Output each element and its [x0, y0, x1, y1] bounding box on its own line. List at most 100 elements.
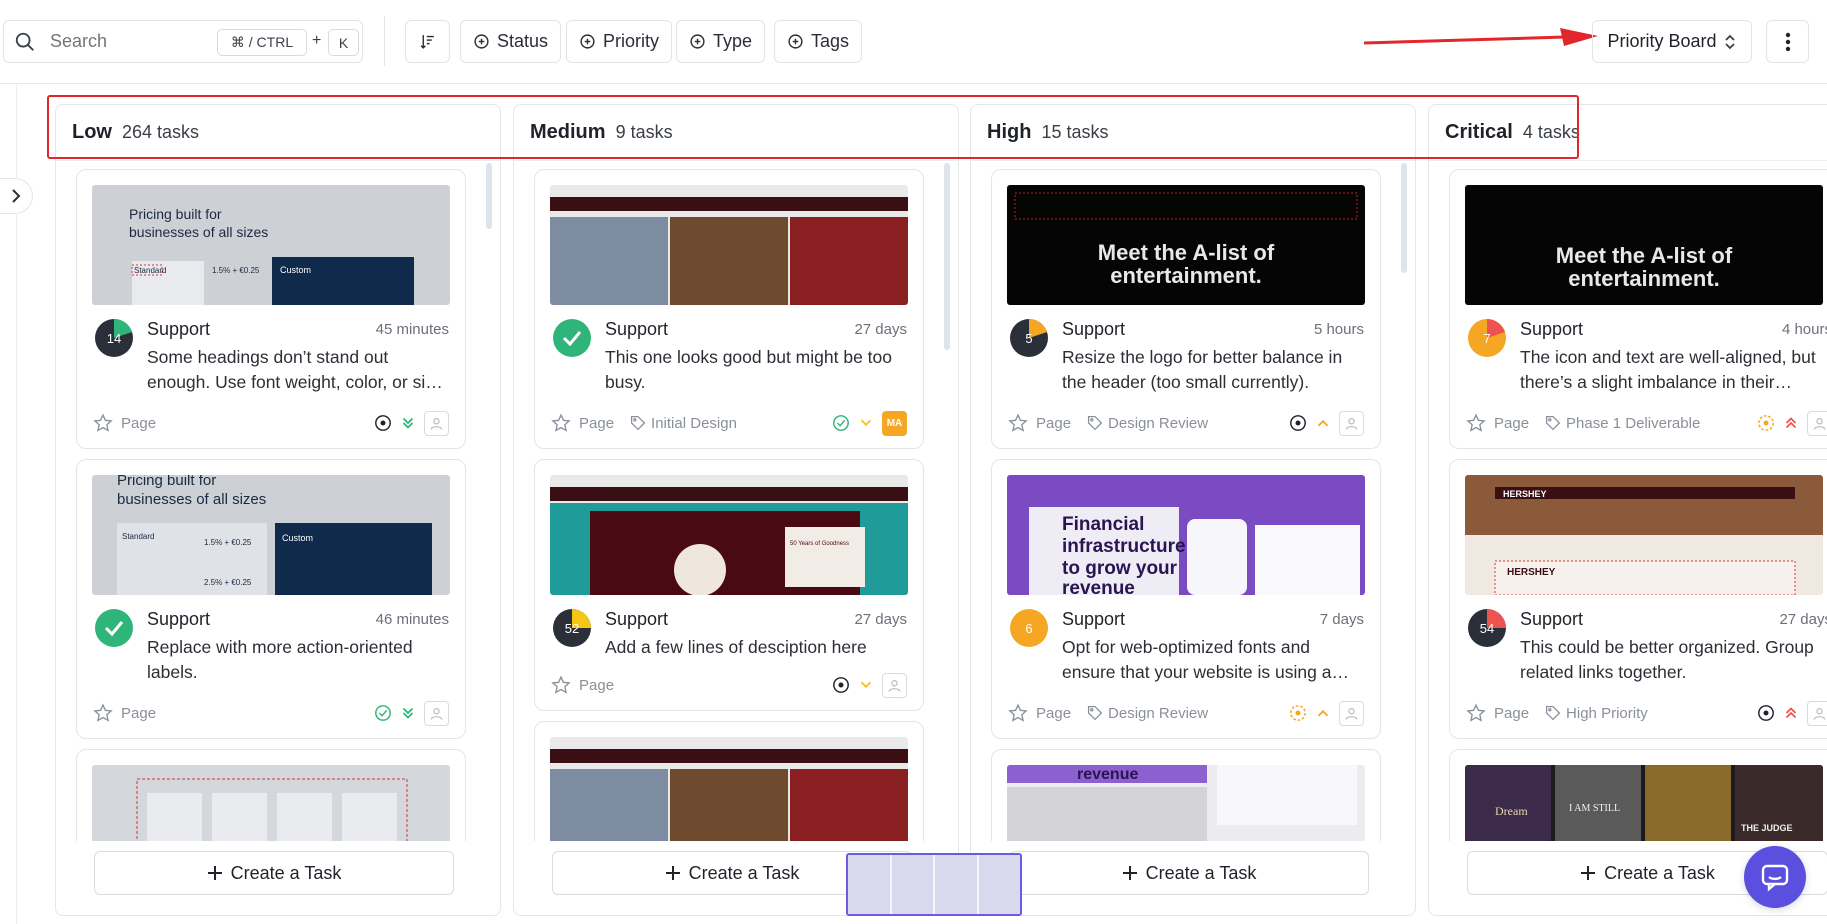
assignee-initials[interactable]: MA [882, 410, 907, 436]
task-thumbnail [92, 765, 450, 841]
filter-type-button[interactable]: Type [676, 20, 766, 63]
task-card[interactable]: HERSHEY HERSHEY 54 Support 27 days This … [1449, 459, 1827, 739]
board-view-switcher[interactable]: Priority Board [1592, 20, 1752, 63]
chevron-up-down-icon [1724, 34, 1735, 49]
task-thumbnail: HERSHEY 50 Years of Goodness [550, 475, 908, 595]
minimap-column[interactable] [978, 855, 1020, 914]
task-card[interactable] [76, 749, 466, 841]
filter-priority-label: Priority [603, 31, 660, 51]
annotation-arrow-icon [1363, 28, 1598, 46]
card-meta: Page High Priority [1466, 700, 1827, 726]
status-open-icon[interactable] [832, 676, 850, 694]
thumb-alist-title-1: Meet the A-list of [1556, 243, 1733, 268]
more-options-button[interactable] [1766, 20, 1809, 63]
column-card-list: Meet the A-list of entertainment. 7 Supp… [1429, 161, 1827, 841]
priority-critical-icon[interactable] [1782, 414, 1800, 432]
task-card[interactable]: HERSHEY Support 27 days This one looks g… [534, 169, 924, 449]
status-in-progress-icon[interactable] [1289, 704, 1307, 722]
sort-button[interactable] [405, 20, 450, 63]
assignee-placeholder[interactable] [1339, 410, 1364, 436]
column-critical: Critical 4 tasks Meet the A-list of ente… [1428, 104, 1827, 916]
filter-priority-button[interactable]: Priority [566, 20, 673, 63]
search-box[interactable]: ⌘ / CTRL + K [3, 20, 363, 63]
star-icon[interactable] [93, 703, 113, 723]
filter-tags-button[interactable]: Tags [774, 20, 863, 63]
priority-low-icon[interactable] [399, 414, 417, 432]
progress-badge: 7 [1468, 319, 1506, 357]
task-card[interactable]: Meet the A-list of entertainment. 5 Supp… [991, 169, 1381, 449]
card-time: 5 hours [1313, 321, 1364, 338]
priority-medium-icon[interactable] [857, 414, 875, 432]
thumb-pricing-custom: Custom [280, 265, 311, 275]
status-open-icon[interactable] [1757, 704, 1775, 722]
status-done-icon[interactable] [374, 704, 392, 722]
card-tag[interactable]: Design Review [1087, 415, 1208, 432]
card-tag[interactable]: High Priority [1545, 705, 1648, 722]
thumb-pricing-standard: Standard [122, 532, 154, 541]
card-type: Page [121, 704, 157, 722]
progress-badge: 54 [1468, 609, 1506, 647]
assignee-placeholder[interactable] [424, 410, 449, 436]
status-open-icon[interactable] [374, 414, 392, 432]
priority-high-icon[interactable] [1314, 704, 1332, 722]
minimap-column[interactable] [935, 855, 979, 914]
task-card[interactable]: Dream I AM STILL THE JUDGE [1449, 749, 1827, 841]
card-tag[interactable]: Phase 1 Deliverable [1545, 415, 1700, 432]
task-card[interactable]: Pricing built for businesses of all size… [76, 459, 466, 739]
status-in-progress-icon[interactable] [1757, 414, 1775, 432]
card-type: Page [1036, 414, 1072, 432]
star-icon[interactable] [1466, 703, 1486, 723]
shortcut-key-ctrl: ⌘ / CTRL [217, 29, 307, 56]
priority-low-icon[interactable] [399, 704, 417, 722]
thumb-pricing-title-2: businesses of all sizes [129, 224, 268, 240]
priority-high-icon[interactable] [1314, 414, 1332, 432]
card-tag[interactable]: Design Review [1087, 705, 1208, 722]
priority-medium-icon[interactable] [857, 676, 875, 694]
task-card[interactable]: Pricing built for businesses of all size… [76, 169, 466, 449]
column-footer: Create a Task [971, 839, 1415, 915]
star-icon[interactable] [1008, 703, 1028, 723]
star-icon[interactable] [1466, 413, 1486, 433]
star-icon[interactable] [551, 413, 571, 433]
progress-number: 6 [1025, 621, 1032, 636]
search-icon [15, 32, 34, 51]
search-input[interactable] [50, 31, 200, 52]
status-done-icon[interactable] [832, 414, 850, 432]
create-task-button[interactable]: Create a Task [1009, 851, 1369, 895]
chat-support-button[interactable] [1744, 846, 1806, 908]
user-icon [1345, 707, 1358, 720]
task-card[interactable]: Financial infrastructure to grow your re… [991, 459, 1381, 739]
status-open-icon[interactable] [1289, 414, 1307, 432]
plus-circle-icon [690, 34, 705, 49]
column-header: High 15 tasks [971, 105, 1415, 161]
card-meta: Page Design Review [1008, 700, 1364, 726]
card-category: Support [605, 609, 669, 629]
star-icon[interactable] [1008, 413, 1028, 433]
card-tag[interactable]: Initial Design [630, 415, 737, 432]
progress-badge: 52 [553, 609, 591, 647]
assignee-placeholder[interactable] [882, 672, 907, 698]
minimap-column[interactable] [848, 855, 892, 914]
task-card[interactable]: Meet the A-list of entertainment. 7 Supp… [1449, 169, 1827, 449]
create-task-button[interactable]: Create a Task [94, 851, 454, 895]
minimap-column[interactable] [891, 855, 935, 914]
column-task-count: 4 tasks [1522, 122, 1580, 142]
task-card[interactable]: HERSHEY [534, 721, 924, 841]
task-card[interactable]: revenue [991, 749, 1381, 841]
star-icon[interactable] [93, 413, 113, 433]
create-task-label: Create a Task [688, 862, 800, 883]
assignee-placeholder[interactable] [424, 700, 449, 726]
vertical-dots-icon [1785, 32, 1790, 51]
star-icon[interactable] [551, 675, 571, 695]
assignee-placeholder[interactable] [1807, 410, 1827, 436]
assignee-placeholder[interactable] [1339, 700, 1364, 726]
priority-critical-icon[interactable] [1782, 704, 1800, 722]
board-minimap[interactable] [846, 853, 1022, 916]
task-card[interactable]: HERSHEY 50 Years of Goodness 52 Support … [534, 459, 924, 711]
chevron-right-icon [12, 189, 21, 203]
thumb-poster-3: THE JUDGE [1741, 823, 1793, 833]
filter-status-button[interactable]: Status [460, 20, 562, 63]
assignee-placeholder[interactable] [1807, 700, 1827, 726]
sidebar-toggle-button[interactable] [0, 178, 33, 214]
thumb-hershey-brand: HERSHEY [556, 751, 605, 762]
